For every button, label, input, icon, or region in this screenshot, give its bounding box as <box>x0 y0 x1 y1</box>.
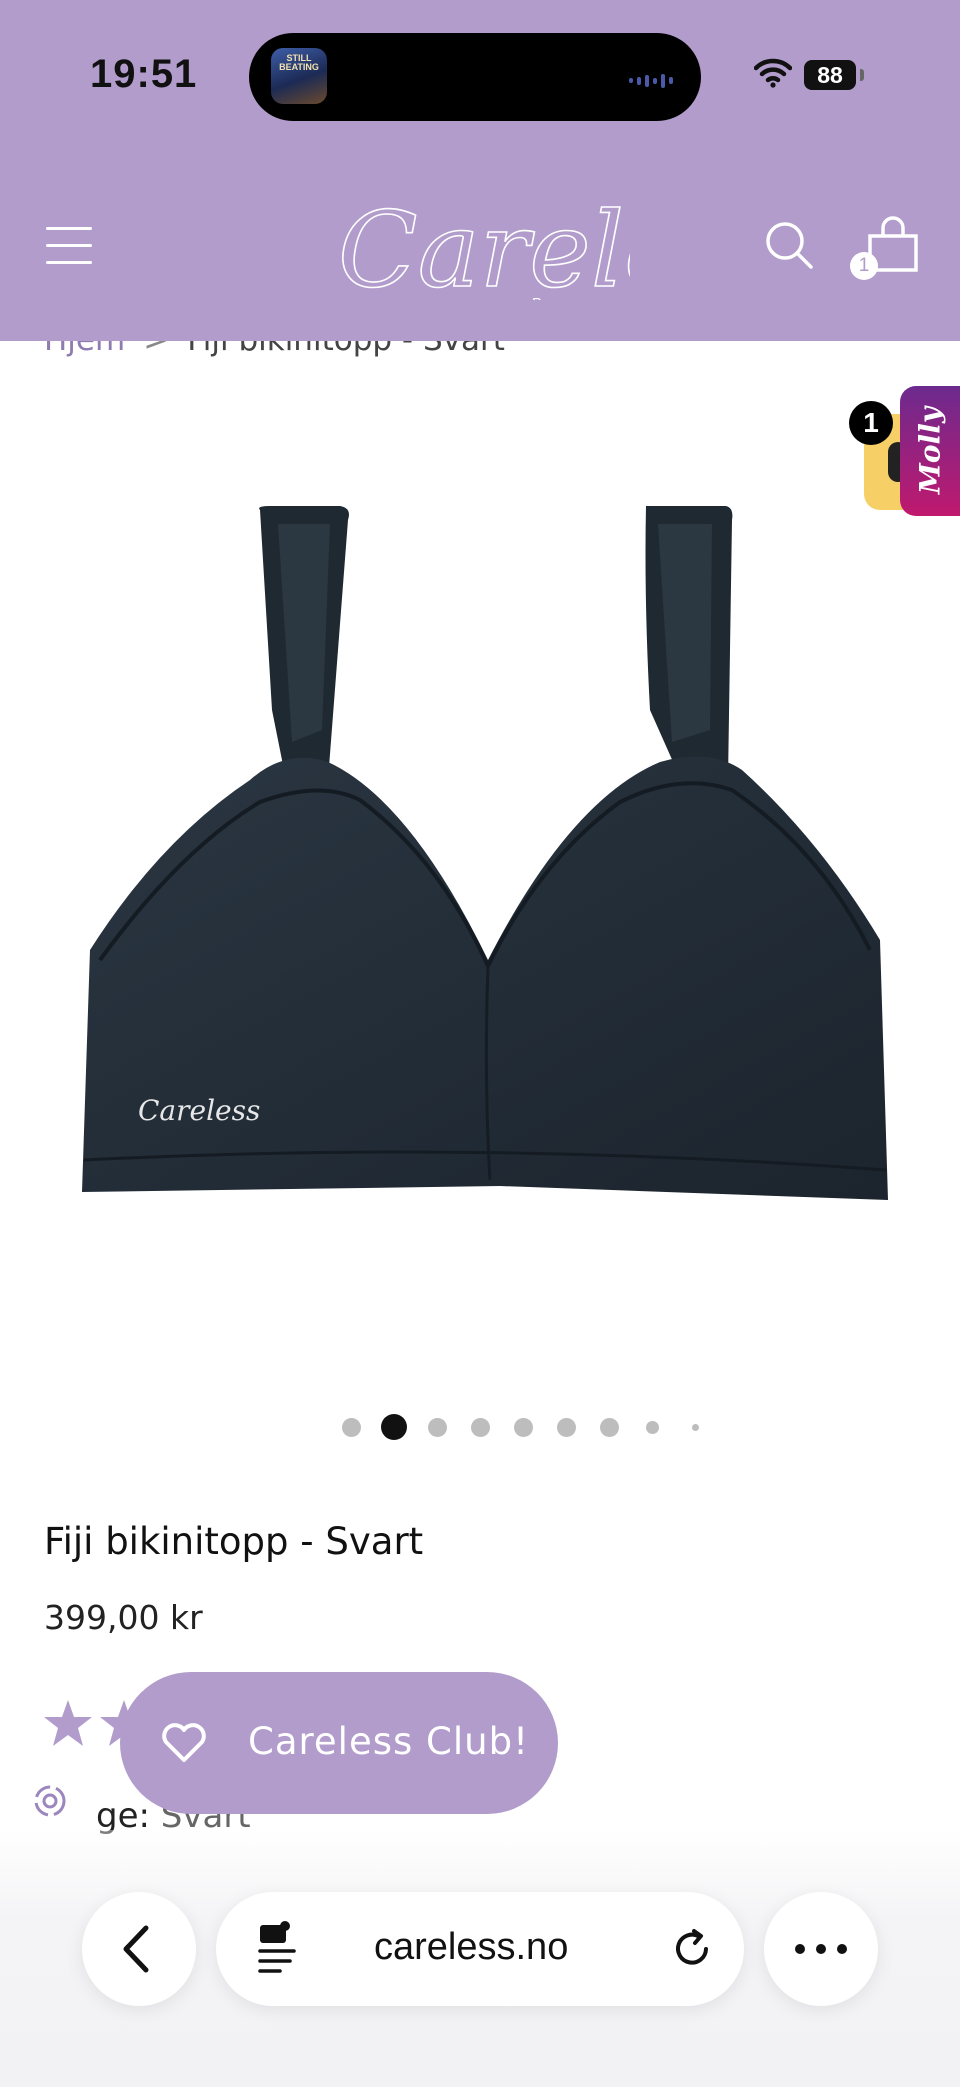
wifi-icon <box>754 58 792 88</box>
molly-chat-tab[interactable]: Molly <box>900 386 960 516</box>
search-icon[interactable] <box>764 220 816 272</box>
product-title: Fiji bikinitopp - Svart <box>44 1520 424 1563</box>
menu-button[interactable] <box>46 224 92 266</box>
reviews-widget-icon[interactable] <box>32 1783 68 1819</box>
page-settings-icon[interactable] <box>250 1919 310 1979</box>
product-brand-mark: Careless <box>138 1094 260 1127</box>
battery-nub <box>860 69 864 81</box>
more-icon <box>795 1944 847 1954</box>
carousel-dot[interactable] <box>556 1417 576 1437</box>
carousel-dot[interactable] <box>470 1417 490 1437</box>
status-time: 19:51 <box>90 52 198 96</box>
browser-url[interactable]: careless.no <box>374 1926 568 1969</box>
carousel-dot[interactable] <box>691 1423 699 1431</box>
product-image[interactable]: Careless <box>60 480 900 1240</box>
careless-logo[interactable]: Careless Be you <box>330 168 630 318</box>
reload-icon[interactable] <box>668 1925 716 1973</box>
dynamic-island[interactable]: STILL BEATING <box>249 33 701 121</box>
careless-club-label: Careless Club! <box>248 1720 529 1763</box>
carousel-dot[interactable] <box>599 1417 619 1437</box>
carousel-dot[interactable] <box>513 1417 533 1437</box>
careless-club-button[interactable]: Careless Club! <box>120 1672 558 1814</box>
cart-button[interactable]: 1 <box>850 216 920 280</box>
carousel-dot[interactable] <box>645 1420 659 1434</box>
cart-count-badge: 1 <box>850 252 878 280</box>
browser-back-button[interactable] <box>82 1892 196 2006</box>
artwork-text: STILL BEATING <box>279 53 319 72</box>
now-playing-artwork: STILL BEATING <box>271 48 327 104</box>
logo-wordmark: Careless <box>338 189 630 311</box>
heart-icon <box>162 1723 206 1762</box>
audio-waveform-icon <box>629 70 677 88</box>
browser-more-button[interactable] <box>764 1892 878 2006</box>
header-bottom-edge <box>0 300 960 341</box>
carousel-dot[interactable] <box>341 1417 361 1437</box>
image-carousel-dots <box>0 1412 960 1442</box>
browser-address-bar[interactable]: careless.no <box>216 1892 744 2006</box>
chevron-left-icon <box>123 1925 149 1973</box>
molly-notification-badge: 1 <box>849 401 893 445</box>
carousel-dot-active[interactable] <box>381 1414 407 1440</box>
battery-indicator: 88 <box>804 60 856 90</box>
product-price: 399,00 kr <box>44 1598 203 1637</box>
molly-label: Molly <box>913 406 947 495</box>
carousel-dot[interactable] <box>427 1417 447 1437</box>
